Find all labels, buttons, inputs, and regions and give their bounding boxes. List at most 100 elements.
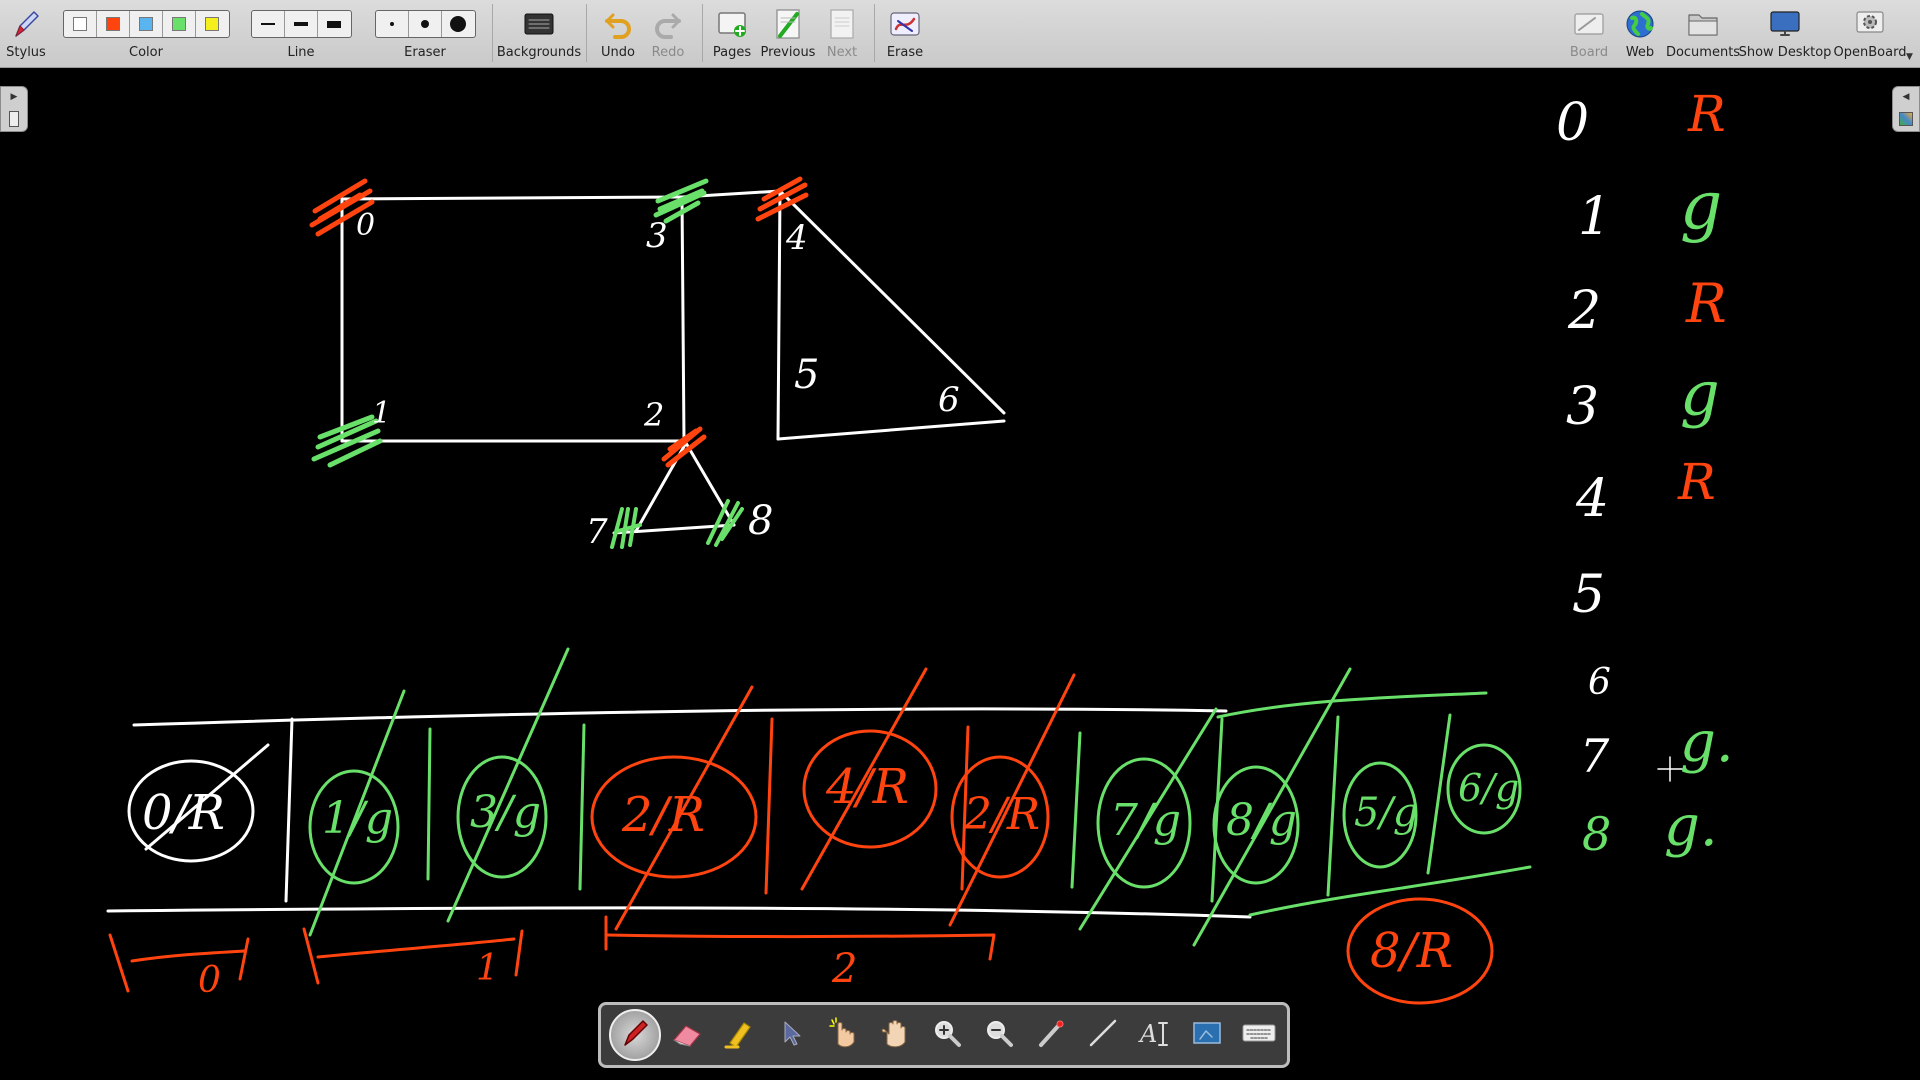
brace-label-1: 1 bbox=[476, 948, 499, 989]
redo-label: Redo bbox=[651, 45, 685, 60]
interact-icon bbox=[826, 1016, 860, 1054]
interact-tool[interactable] bbox=[817, 1009, 869, 1061]
right-color-1: g bbox=[1680, 167, 1723, 244]
openboard-gear-icon bbox=[1854, 6, 1886, 42]
color-white-swatch[interactable] bbox=[64, 11, 97, 37]
color-yellow-swatch[interactable] bbox=[196, 11, 229, 37]
backgrounds-icon bbox=[523, 6, 555, 42]
node-8-green-mark bbox=[706, 499, 744, 547]
line-icon bbox=[1087, 1017, 1119, 1053]
documents-folder-icon bbox=[1686, 6, 1720, 42]
edge-3-2 bbox=[680, 195, 686, 443]
board-icon bbox=[1573, 6, 1605, 42]
line-thin-option[interactable] bbox=[252, 11, 285, 37]
graph-label-2: 2 bbox=[644, 396, 665, 434]
graph-label-6: 6 bbox=[938, 380, 960, 420]
pages-icon bbox=[716, 6, 748, 42]
node-7-green-mark bbox=[610, 507, 642, 549]
line-thick-option[interactable] bbox=[318, 11, 351, 37]
graph-label-7: 7 bbox=[586, 512, 608, 552]
board-label: Board bbox=[1569, 45, 1609, 60]
right-number-7: 7 bbox=[1580, 729, 1610, 783]
previous-button[interactable]: Previous bbox=[758, 0, 818, 68]
right-color-8: g. bbox=[1664, 794, 1718, 859]
show-desktop-label: Show Desktop bbox=[1738, 45, 1832, 60]
right-color-3: g bbox=[1680, 357, 1720, 430]
right-number-1: 1 bbox=[1578, 187, 1612, 247]
pages-button[interactable]: Pages bbox=[710, 0, 754, 68]
stylus-button[interactable]: Stylus bbox=[4, 0, 48, 68]
stylus-label: Stylus bbox=[6, 45, 46, 60]
brace-label-2: 2 bbox=[832, 946, 858, 992]
graph-label-5: 5 bbox=[794, 352, 820, 398]
redo-button[interactable]: Redo bbox=[648, 0, 688, 68]
graph-label-4: 4 bbox=[786, 218, 808, 258]
cell-label-0: 0/R bbox=[142, 785, 225, 841]
board-button[interactable]: Board bbox=[1566, 0, 1612, 68]
zoom-out-tool[interactable] bbox=[973, 1009, 1025, 1061]
eraser-icon bbox=[670, 1018, 704, 1052]
zoom-in-tool[interactable] bbox=[921, 1009, 973, 1061]
openboard-menu-button[interactable]: OpenBoard bbox=[1832, 0, 1908, 68]
eraser-large-option[interactable] bbox=[442, 11, 475, 37]
laser-pointer-tool[interactable] bbox=[1025, 1009, 1077, 1061]
edge-4-5 bbox=[776, 189, 782, 441]
selector-tool[interactable] bbox=[765, 1009, 817, 1061]
eraser-label: Eraser bbox=[404, 45, 446, 60]
line-tool[interactable] bbox=[1077, 1009, 1129, 1061]
graph-label-1: 1 bbox=[372, 396, 392, 431]
line-width-options bbox=[250, 10, 352, 38]
cell-label-7: 8/g bbox=[1226, 795, 1297, 846]
backgrounds-button[interactable]: Backgrounds bbox=[497, 0, 581, 68]
cell-label-8: 5/g bbox=[1354, 790, 1419, 836]
documents-button[interactable]: Documents bbox=[1666, 0, 1740, 68]
web-button[interactable]: Web bbox=[1618, 0, 1662, 68]
right-number-2: 2 bbox=[1568, 281, 1602, 341]
color-red-swatch[interactable] bbox=[97, 11, 130, 37]
redo-icon bbox=[653, 6, 683, 42]
cell-label-1: 1/g bbox=[322, 793, 393, 844]
eraser-medium-option[interactable] bbox=[409, 11, 442, 37]
graph-label-0: 0 bbox=[356, 208, 376, 243]
eraser-size-picker: Eraser bbox=[374, 0, 476, 68]
eraser-tool[interactable] bbox=[661, 1009, 713, 1061]
openboard-label: OpenBoard bbox=[1833, 45, 1907, 60]
eraser-small-option[interactable] bbox=[376, 11, 409, 37]
line-medium-option[interactable] bbox=[285, 11, 318, 37]
undo-button[interactable]: Undo bbox=[598, 0, 638, 68]
right-number-3: 3 bbox=[1566, 377, 1600, 437]
hand-icon bbox=[879, 1016, 911, 1054]
erase-label: Erase bbox=[886, 45, 924, 60]
laser-pointer-icon bbox=[1035, 1017, 1067, 1053]
graph-label-8: 8 bbox=[748, 498, 774, 544]
line-width-picker: Line bbox=[250, 0, 352, 68]
table-bottom-line-green bbox=[1248, 865, 1532, 917]
next-label: Next bbox=[826, 45, 858, 60]
svg-text:A: A bbox=[1138, 1020, 1157, 1048]
table-bottom-line bbox=[106, 906, 1252, 919]
capture-tool[interactable] bbox=[1181, 1009, 1233, 1061]
brace-0 bbox=[108, 933, 250, 993]
keyboard-tool[interactable] bbox=[1233, 1009, 1285, 1061]
erase-button[interactable]: Erase bbox=[882, 0, 928, 68]
web-globe-icon bbox=[1624, 6, 1656, 42]
pen-tool[interactable] bbox=[609, 1009, 661, 1061]
marker-tool[interactable] bbox=[713, 1009, 765, 1061]
main-toolbar: Stylus Color Line Eraser Backgrounds Und… bbox=[0, 0, 1920, 68]
show-desktop-button[interactable]: Show Desktop bbox=[1739, 0, 1831, 68]
next-button[interactable]: Next bbox=[822, 0, 862, 68]
whiteboard-canvas[interactable]: 0 1 2 3 4 5 6 7 8 0 1 2 3 4 5 6 7 8 R g … bbox=[0, 69, 1920, 1080]
text-tool[interactable]: A bbox=[1129, 1009, 1181, 1061]
right-number-5: 5 bbox=[1572, 565, 1606, 625]
right-color-7: g. bbox=[1680, 710, 1734, 775]
openboard-dropdown-icon[interactable]: ▼ bbox=[1906, 52, 1913, 62]
previous-page-icon bbox=[773, 6, 803, 42]
previous-label: Previous bbox=[760, 45, 816, 60]
right-color-2: R bbox=[1686, 272, 1727, 335]
edge-5-6 bbox=[776, 419, 1006, 441]
color-green-swatch[interactable] bbox=[163, 11, 196, 37]
zoom-in-icon bbox=[931, 1017, 963, 1053]
hand-tool[interactable] bbox=[869, 1009, 921, 1061]
color-blue-swatch[interactable] bbox=[130, 11, 163, 37]
stylus-icon bbox=[10, 6, 42, 42]
